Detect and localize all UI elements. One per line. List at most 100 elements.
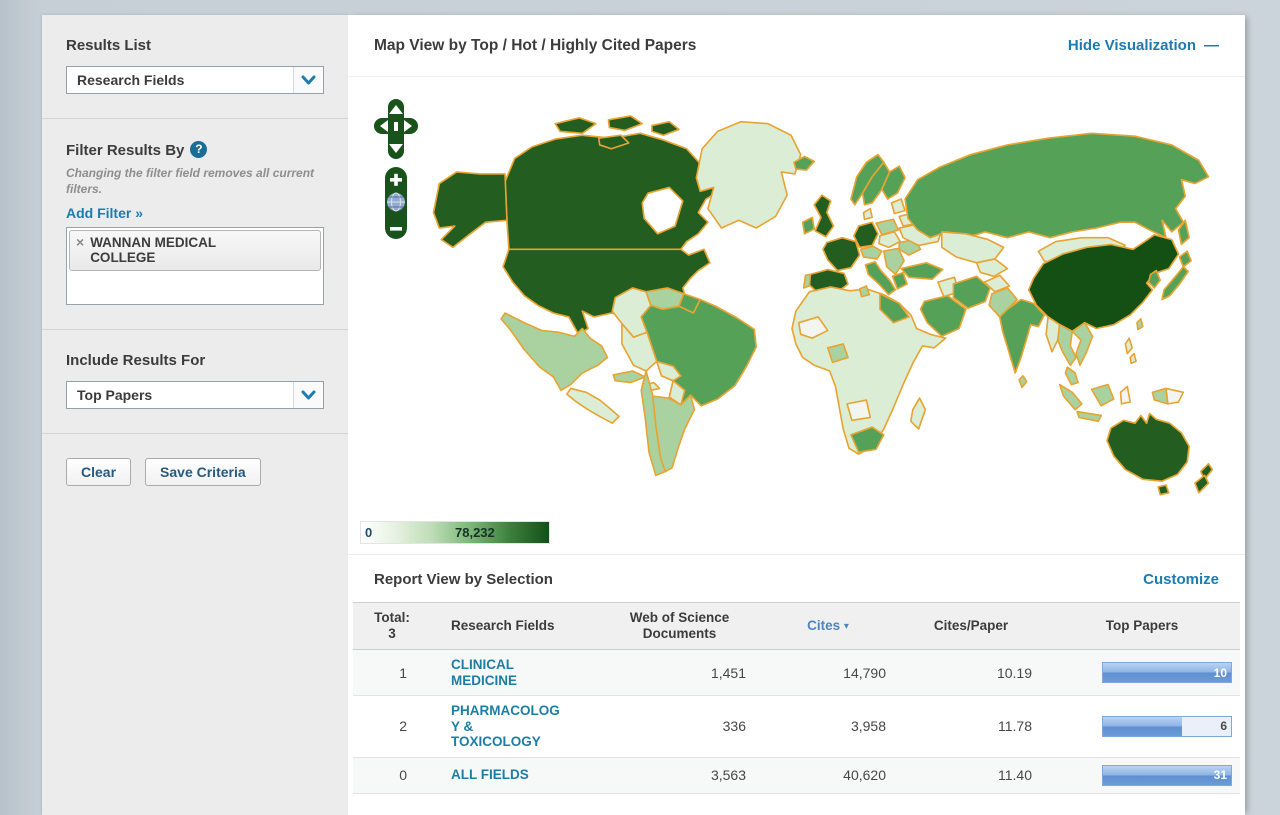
country-russia [905, 133, 1208, 237]
top-papers-bar: 10 [1102, 662, 1232, 683]
map-view-title: Map View by Top / Hot / Highly Cited Pap… [374, 37, 696, 55]
country-ireland [803, 217, 815, 233]
top-papers-value: 10 [1214, 666, 1227, 680]
country-philippines [1125, 338, 1132, 353]
central-america [567, 388, 619, 423]
top-papers-bar: 6 [1102, 716, 1232, 737]
map-legend: 0 78,232 [360, 521, 550, 544]
country-sri-lanka [1019, 376, 1027, 388]
country-new-zealand [1195, 475, 1209, 492]
report-view-header: Report View by Selection Customize [348, 555, 1245, 602]
map-view-header: Map View by Top / Hot / Highly Cited Pap… [348, 15, 1245, 77]
tasmania [1158, 485, 1169, 495]
cites-per-paper-cell: 10.19 [898, 658, 1044, 688]
zoom-control[interactable] [385, 167, 407, 239]
column-top-papers: Top Papers [1044, 612, 1240, 640]
report-table: Total: 3 Research Fields Web of Science … [353, 602, 1240, 794]
results-list-dropdown[interactable]: Research Fields [66, 66, 324, 94]
table-row: 1 CLINICAL MEDICINE 1,451 14,790 10.19 1… [353, 650, 1240, 696]
field-cell: CLINICAL MEDICINE [431, 650, 601, 695]
table-header-row: Total: 3 Research Fields Web of Science … [353, 602, 1240, 650]
choropleth-map: 0 78,232 [348, 77, 1245, 555]
legend-min: 0 [365, 525, 372, 540]
add-filter-link[interactable]: Add Filter » [66, 205, 143, 221]
world-map[interactable] [362, 85, 1222, 515]
cites-per-paper-cell: 11.40 [898, 760, 1044, 790]
total-value: 3 [357, 626, 427, 642]
rank-cell: 1 [353, 658, 431, 688]
docs-cell: 336 [601, 711, 758, 741]
hide-visualization-link[interactable]: Hide Visualization— [1068, 37, 1219, 54]
column-total: Total: 3 [353, 604, 431, 648]
cites-cell: 40,620 [758, 760, 898, 790]
country-taiwan [1137, 319, 1143, 330]
country-angola [847, 400, 870, 420]
top-papers-cell: 10 [1044, 655, 1240, 690]
country-australia [1107, 414, 1189, 482]
country-portugal [804, 274, 811, 288]
country-malaysia [1065, 367, 1078, 384]
field-link[interactable]: PHARMACOLOGY & TOXICOLOGY [451, 703, 561, 750]
column-research-fields: Research Fields [431, 612, 601, 640]
top-papers-cell: 31 [1044, 758, 1240, 793]
include-results-dropdown[interactable]: Top Papers [66, 381, 324, 409]
country-canada [505, 133, 716, 249]
include-results-selected: Top Papers [67, 387, 293, 403]
field-cell: PHARMACOLOGY & TOXICOLOGY [431, 696, 601, 757]
collapse-icon: — [1204, 37, 1219, 54]
country-alaska [434, 172, 507, 247]
clear-button[interactable]: Clear [66, 458, 131, 486]
pan-control[interactable] [374, 99, 418, 159]
column-cites-per-paper: Cites/Paper [898, 612, 1044, 640]
country-germany [854, 222, 878, 247]
customize-link[interactable]: Customize [1143, 571, 1219, 588]
total-label: Total: [357, 610, 427, 626]
cites-per-paper-cell: 11.78 [898, 711, 1044, 741]
country-brazil [641, 300, 756, 406]
docs-cell: 1,451 [601, 658, 758, 688]
country-cuba [613, 371, 645, 383]
country-madagascar [911, 398, 925, 429]
top-papers-bar: 31 [1102, 765, 1232, 786]
filter-results-heading: Filter Results By? [66, 141, 324, 159]
help-icon[interactable]: ? [190, 141, 207, 158]
baltic-states [892, 199, 906, 213]
rank-cell: 0 [353, 760, 431, 790]
balkans [884, 248, 904, 274]
main-panel: Map View by Top / Hot / Highly Cited Pap… [348, 15, 1245, 815]
column-cites-sort[interactable]: Cites ▾ [758, 612, 898, 640]
field-link[interactable]: ALL FIELDS [451, 767, 571, 783]
table-row: 2 PHARMACOLOGY & TOXICOLOGY 336 3,958 11… [353, 696, 1240, 758]
country-kazakhstan [942, 232, 1004, 263]
sulawesi [1121, 386, 1131, 403]
criteria-buttons-section: Clear Save Criteria [42, 434, 348, 510]
filter-note: Changing the filter field removes all cu… [66, 165, 324, 197]
sumatra [1060, 385, 1082, 410]
save-criteria-button[interactable]: Save Criteria [145, 458, 261, 486]
filter-chip[interactable]: × WANNAN MEDICAL COLLEGE [69, 230, 321, 271]
zoom-out-icon [390, 227, 402, 231]
chevron-down-icon [293, 67, 323, 93]
top-papers-value: 6 [1220, 719, 1227, 733]
remove-filter-icon[interactable]: × [76, 235, 84, 250]
include-results-heading: Include Results For [66, 352, 324, 369]
country-philippines [1130, 354, 1136, 364]
alpine-states [861, 246, 882, 259]
rank-cell: 2 [353, 711, 431, 741]
legend-max: 78,232 [455, 525, 495, 540]
chevron-down-icon [293, 382, 323, 408]
field-link[interactable]: CLINICAL MEDICINE [451, 657, 561, 688]
top-papers-value: 31 [1214, 768, 1227, 782]
central-asia [977, 259, 1008, 276]
include-results-section: Include Results For Top Papers [42, 330, 348, 434]
cites-cell: 3,958 [758, 711, 898, 741]
borneo [1092, 385, 1114, 406]
column-wos-documents: Web of Science Documents [601, 604, 758, 648]
country-denmark [864, 209, 873, 220]
country-greece [892, 272, 906, 288]
results-list-selected: Research Fields [67, 72, 293, 88]
globe-icon [387, 193, 405, 211]
country-greenland [696, 122, 800, 228]
filter-chip-label: WANNAN MEDICAL COLLEGE [90, 235, 250, 265]
cites-label: Cites [807, 618, 840, 633]
